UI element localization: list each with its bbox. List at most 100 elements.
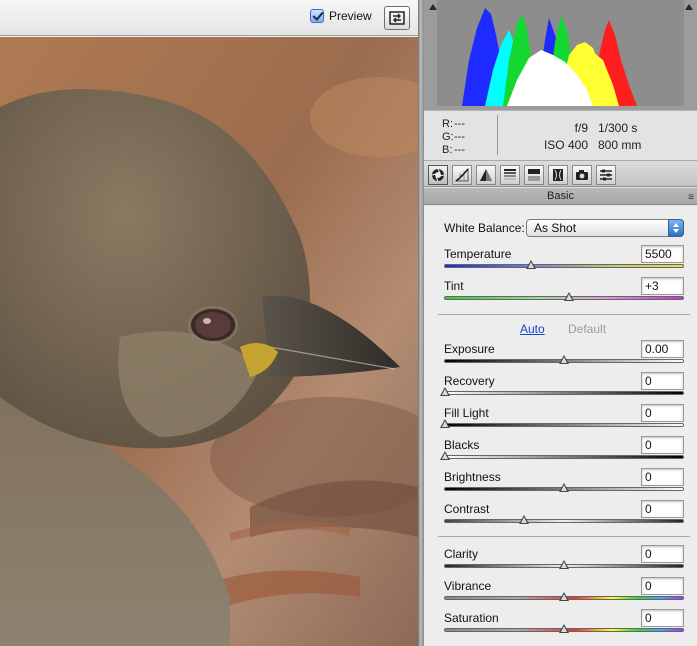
- blacks-slider[interactable]: [440, 451, 684, 460]
- tone-curve-icon: [455, 168, 469, 182]
- brightness-label: Brightness: [444, 470, 501, 484]
- tab-camera-calibration[interactable]: [572, 165, 592, 185]
- recovery-label: Recovery: [444, 374, 495, 388]
- fullscreen-toggle-icon: [389, 11, 405, 25]
- contrast-label: Contrast: [444, 502, 490, 516]
- preview-checkbox[interactable]: [310, 9, 324, 23]
- contrast-slider-thumb[interactable]: [518, 515, 529, 524]
- saturation-label: Saturation: [444, 611, 499, 625]
- fill-light-field[interactable]: 0: [641, 404, 684, 422]
- section-separator: [438, 314, 690, 315]
- tab-presets[interactable]: [596, 165, 616, 185]
- white-balance-select[interactable]: As Shot: [526, 219, 684, 237]
- b-label: B:: [442, 144, 453, 156]
- vibrance-slider[interactable]: [444, 592, 684, 601]
- tint-slider-thumb[interactable]: [563, 292, 574, 301]
- camera-raw-window: Preview R:--- G:--- B: --- f/9 1/300 s I…: [0, 0, 697, 646]
- panel-tabs: [424, 160, 697, 187]
- recovery-slider-thumb[interactable]: [440, 387, 450, 396]
- vibrance-label: Vibrance: [444, 579, 492, 593]
- rgb-values: R:--- G:--- B: ---: [442, 118, 465, 157]
- select-arrows-icon: [668, 219, 684, 237]
- vibrance-slider-thumb[interactable]: [559, 592, 569, 601]
- r-value: ---: [454, 118, 465, 130]
- panel-title-bar: Basic ≡: [424, 188, 697, 205]
- tab-lens-corrections[interactable]: [548, 165, 568, 185]
- blacks-field[interactable]: 0: [641, 436, 684, 454]
- blacks-slider-thumb[interactable]: [440, 451, 450, 460]
- histogram-frame: [424, 0, 697, 110]
- tab-hsl[interactable]: [500, 165, 520, 185]
- highlight-clipping-warning-icon[interactable]: [684, 2, 694, 12]
- preview-toggle[interactable]: Preview: [310, 9, 372, 23]
- temperature-field[interactable]: 5500: [641, 245, 684, 263]
- clarity-field[interactable]: 0: [641, 545, 684, 563]
- fill-light-label: Fill Light: [444, 406, 489, 420]
- tab-basic[interactable]: [428, 165, 448, 185]
- tab-tone-curve[interactable]: [452, 165, 472, 185]
- b-value: ---: [454, 144, 465, 156]
- brightness-slider-thumb[interactable]: [559, 483, 569, 492]
- temperature-label: Temperature: [444, 247, 512, 261]
- g-label: G:: [442, 131, 454, 143]
- tab-split-toning[interactable]: [524, 165, 544, 185]
- white-balance-value: As Shot: [534, 221, 577, 235]
- histogram: [437, 0, 684, 106]
- preview-toolbar: Preview: [0, 0, 420, 36]
- aperture-icon: [431, 168, 445, 182]
- g-value: ---: [454, 131, 465, 143]
- aperture: f/9: [574, 121, 588, 135]
- exposure-slider-thumb[interactable]: [559, 355, 569, 364]
- default-link[interactable]: Default: [568, 322, 606, 336]
- fill-light-slider-thumb[interactable]: [440, 419, 450, 428]
- preview-label: Preview: [329, 9, 372, 23]
- sparrow-photo[interactable]: [0, 37, 418, 646]
- exposure-label: Exposure: [444, 342, 495, 356]
- saturation-field[interactable]: 0: [641, 609, 684, 627]
- split-toning-icon: [528, 169, 540, 181]
- camera-calibration-icon: [576, 170, 588, 180]
- clarity-slider-thumb[interactable]: [559, 560, 569, 569]
- saturation-slider-thumb[interactable]: [559, 624, 569, 633]
- exposure-slider[interactable]: [444, 355, 684, 364]
- panel-title: Basic: [547, 190, 574, 202]
- brightness-field[interactable]: 0: [641, 468, 684, 486]
- recovery-field[interactable]: 0: [641, 372, 684, 390]
- auto-link[interactable]: Auto: [520, 322, 545, 336]
- focal-length: 800 mm: [598, 138, 642, 152]
- readout-separator: [497, 115, 498, 155]
- temperature-slider-thumb[interactable]: [525, 260, 536, 269]
- exposure-field[interactable]: 0.00: [641, 340, 684, 358]
- clarity-slider[interactable]: [444, 560, 684, 569]
- section-separator: [438, 536, 690, 537]
- hsl-grayscale-icon: [504, 169, 516, 180]
- panel-menu-icon[interactable]: ≡: [688, 190, 694, 206]
- r-label: R:: [442, 118, 453, 130]
- vibrance-field[interactable]: 0: [641, 577, 684, 595]
- camera-settings: f/9 1/300 s ISO 400 800 mm: [524, 120, 641, 154]
- tab-detail[interactable]: [476, 165, 496, 185]
- iso: ISO 400: [543, 138, 588, 152]
- temperature-slider[interactable]: [444, 260, 684, 269]
- fill-light-slider[interactable]: [440, 419, 684, 428]
- tint-field[interactable]: +3: [641, 277, 684, 295]
- image-preview-area: Preview: [0, 0, 420, 646]
- lens-corrections-icon: [553, 169, 563, 181]
- presets-icon: [600, 169, 612, 181]
- recovery-slider[interactable]: [440, 387, 684, 396]
- tint-slider[interactable]: [444, 292, 684, 301]
- saturation-slider[interactable]: [444, 624, 684, 633]
- detail-triangle-icon: [480, 169, 492, 181]
- tint-label: Tint: [444, 279, 464, 293]
- white-balance-label: White Balance:: [444, 221, 525, 235]
- basic-panel-content: White Balance: As Shot Temperature 5500 …: [424, 206, 697, 646]
- blacks-label: Blacks: [444, 438, 480, 452]
- brightness-slider[interactable]: [444, 483, 684, 492]
- shutter-speed: 1/300 s: [598, 121, 638, 135]
- adjustments-panel: R:--- G:--- B: --- f/9 1/300 s ISO 400 800 …: [424, 0, 697, 646]
- pixel-readout: R:--- G:--- B: --- f/9 1/300 s ISO 400 800 …: [424, 110, 697, 160]
- contrast-field[interactable]: 0: [641, 500, 684, 518]
- contrast-slider[interactable]: [444, 515, 684, 524]
- clarity-label: Clarity: [444, 547, 479, 561]
- fullscreen-button[interactable]: [384, 6, 410, 30]
